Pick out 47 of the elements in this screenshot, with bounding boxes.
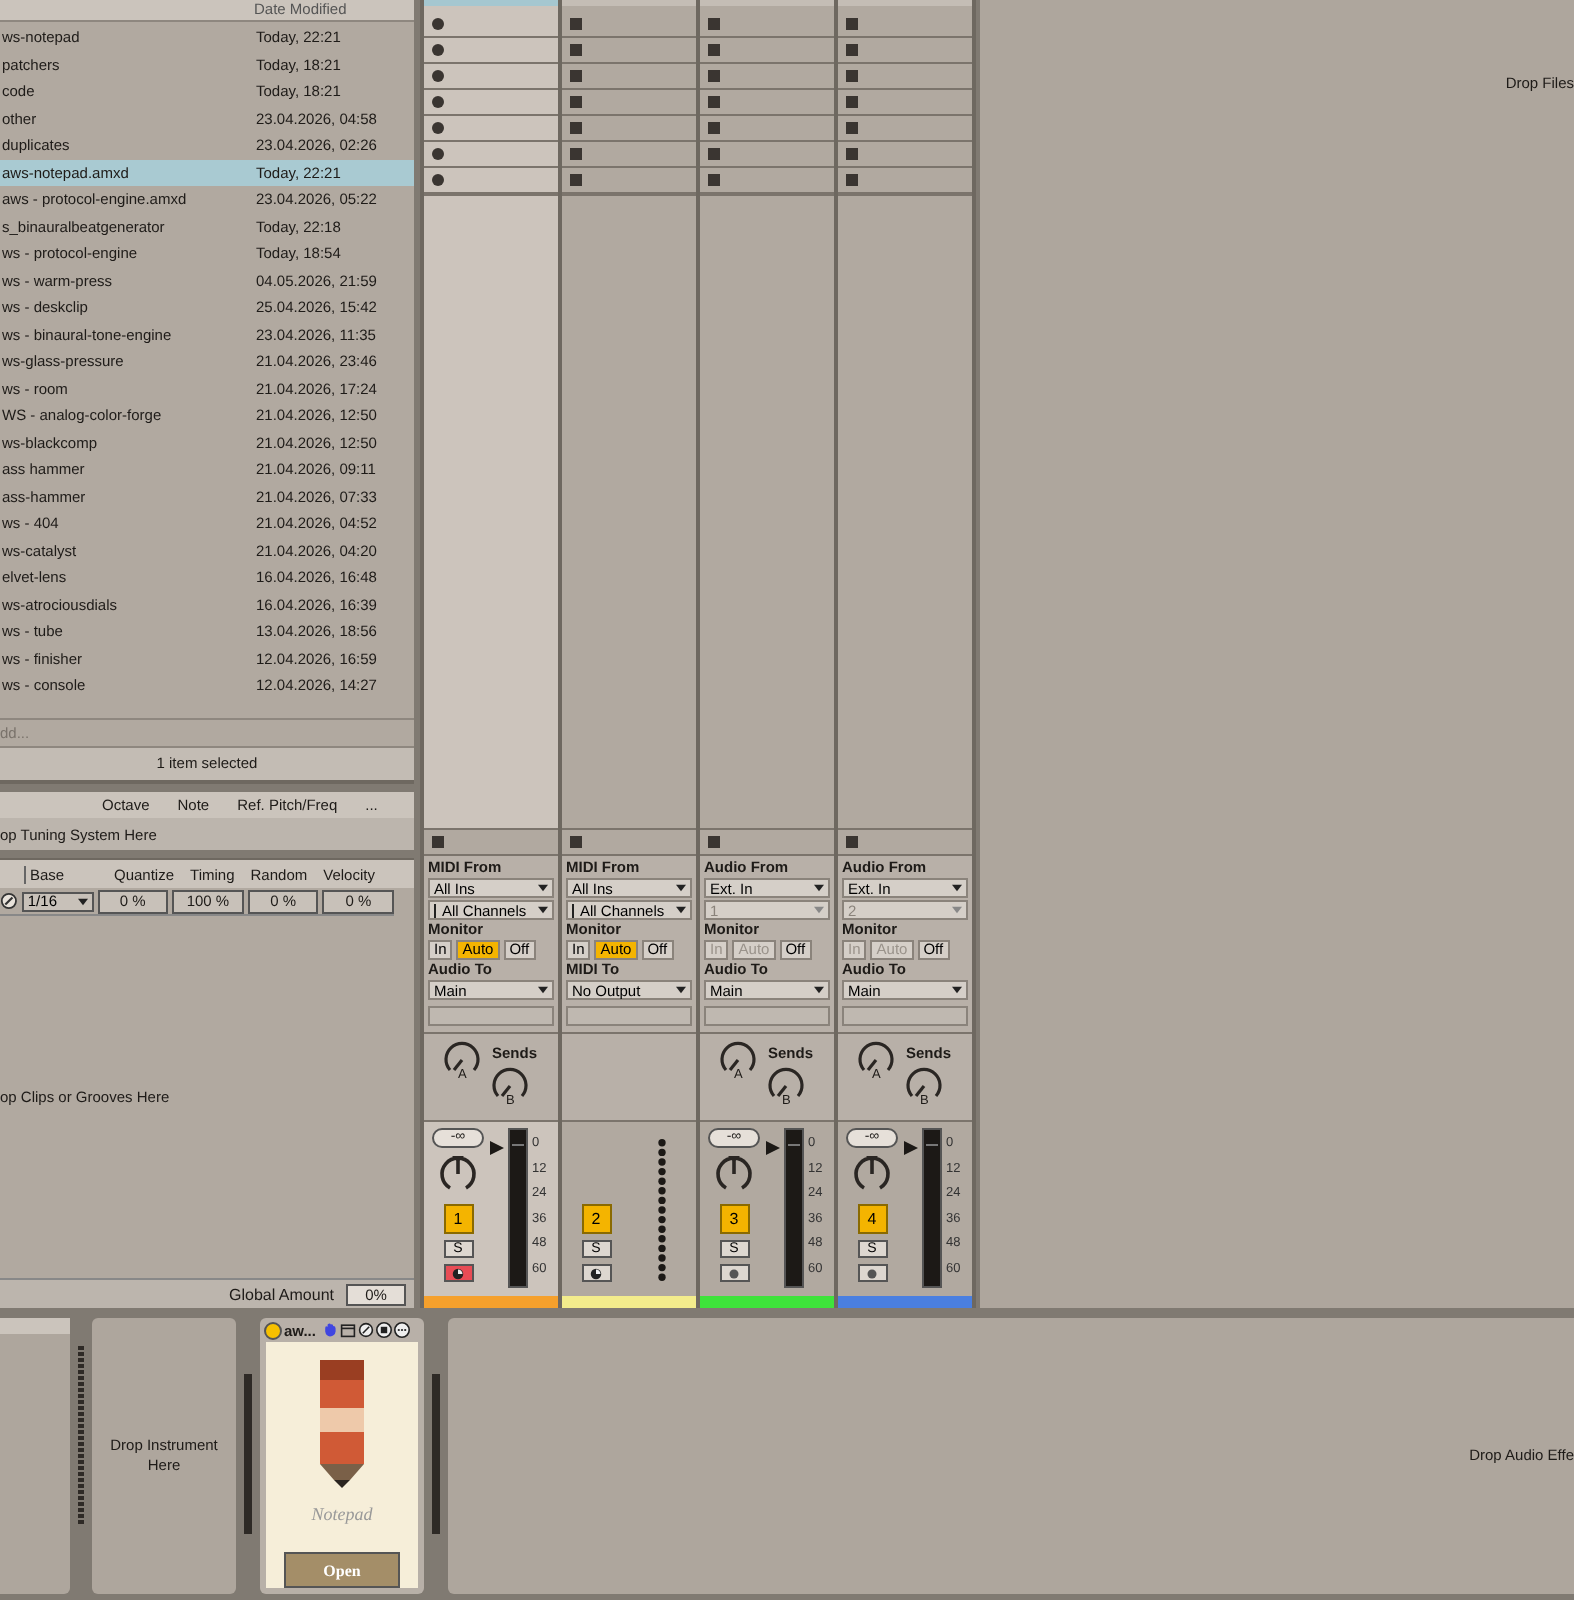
caret-icon bbox=[814, 906, 824, 914]
record-dot-icon bbox=[728, 1267, 740, 1279]
output-channel-field[interactable] bbox=[704, 1006, 830, 1026]
record-dot-icon[interactable] bbox=[432, 44, 444, 56]
more-icon[interactable] bbox=[393, 1322, 410, 1338]
output-channel-field[interactable] bbox=[566, 1006, 692, 1026]
caret-icon bbox=[538, 986, 548, 994]
dial-icon[interactable] bbox=[0, 892, 18, 910]
record-dot-icon[interactable] bbox=[432, 174, 444, 186]
caret-icon bbox=[676, 906, 686, 914]
record-dot-icon bbox=[866, 1267, 878, 1279]
record-dot-icon[interactable] bbox=[432, 148, 444, 160]
output-channel-field[interactable] bbox=[842, 1006, 968, 1026]
pencil-drawing bbox=[320, 1360, 364, 1488]
device-power-button[interactable] bbox=[264, 1321, 282, 1339]
caret-icon bbox=[952, 884, 962, 892]
fader-arrow-icon[interactable] bbox=[904, 1140, 918, 1156]
save-icon[interactable] bbox=[375, 1322, 392, 1338]
caret-icon bbox=[676, 884, 686, 892]
record-dot-icon[interactable] bbox=[432, 70, 444, 82]
arm-button[interactable] bbox=[581, 1264, 611, 1282]
record-dot-icon[interactable] bbox=[432, 18, 444, 30]
track-activator-button[interactable]: 4 bbox=[857, 1204, 887, 1234]
caret-icon bbox=[952, 906, 962, 914]
calendar-icon[interactable] bbox=[339, 1322, 356, 1338]
caret-icon bbox=[538, 884, 548, 892]
arm-button[interactable] bbox=[443, 1264, 473, 1282]
fader-arrow-icon[interactable] bbox=[766, 1140, 780, 1156]
caret-icon bbox=[538, 906, 548, 914]
arm-icon bbox=[452, 1267, 464, 1279]
caret-icon bbox=[77, 897, 88, 905]
track-activator-button[interactable]: 1 bbox=[443, 1204, 473, 1234]
fader-arrow-icon[interactable] bbox=[490, 1140, 504, 1156]
dial-icon[interactable] bbox=[357, 1322, 374, 1338]
caret-icon bbox=[814, 986, 824, 994]
caret-icon bbox=[952, 986, 962, 994]
track-activator-button[interactable]: 3 bbox=[719, 1204, 749, 1234]
arm-icon bbox=[590, 1267, 602, 1279]
output-channel-field[interactable] bbox=[428, 1006, 554, 1026]
track-activator-button[interactable]: 2 bbox=[581, 1204, 611, 1234]
caret-icon bbox=[676, 986, 686, 994]
device-label: Notepad bbox=[311, 1504, 373, 1524]
record-dot-icon[interactable] bbox=[432, 122, 444, 134]
global-amount-label: Global Amount bbox=[229, 1285, 334, 1303]
record-dot-icon[interactable] bbox=[432, 96, 444, 108]
caret-icon bbox=[814, 884, 824, 892]
sends-panel bbox=[562, 1034, 696, 1122]
